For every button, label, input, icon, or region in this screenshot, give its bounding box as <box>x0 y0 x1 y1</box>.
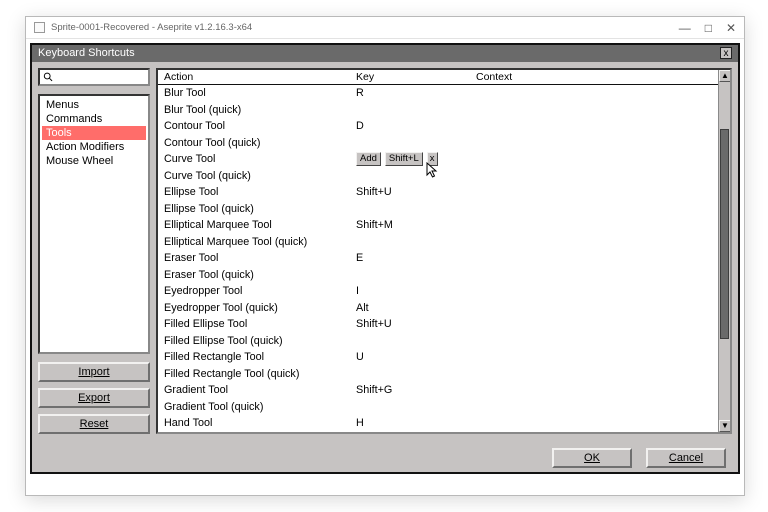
action-label: Eyedropper Tool <box>164 285 356 297</box>
key-field[interactable]: Shift+L <box>385 152 423 166</box>
action-label: Blur Tool (quick) <box>164 104 356 116</box>
scroll-track[interactable] <box>719 82 730 420</box>
key-label: Shift+G <box>356 384 476 396</box>
table-row[interactable]: Blur ToolR <box>158 85 730 102</box>
table-row[interactable]: Filled Ellipse Tool (quick) <box>158 333 730 350</box>
key-label: Alt <box>356 302 476 314</box>
action-label: Blur Tool <box>164 87 356 99</box>
col-header-context: Context <box>476 71 730 83</box>
action-label: Filled Ellipse Tool <box>164 318 356 330</box>
table-row[interactable]: Filled Rectangle Tool (quick) <box>158 366 730 383</box>
action-label: Contour Tool <box>164 120 356 132</box>
table-row[interactable]: Gradient ToolShift+G <box>158 382 730 399</box>
action-label: Gradient Tool (quick) <box>164 401 356 413</box>
key-label: Shift+U <box>356 186 476 198</box>
key-label: Shift+U <box>356 318 476 330</box>
category-item[interactable]: Tools <box>42 126 146 140</box>
col-header-action: Action <box>158 71 356 83</box>
table-row[interactable]: Eyedropper Tool (quick)Alt <box>158 300 730 317</box>
table-row[interactable]: Eraser Tool (quick) <box>158 267 730 284</box>
table-row[interactable]: Eraser ToolE <box>158 250 730 267</box>
table-row[interactable]: Elliptical Marquee Tool (quick) <box>158 234 730 251</box>
table-row[interactable]: Curve Tool (quick) <box>158 168 730 185</box>
reset-button[interactable]: Reset <box>38 414 150 434</box>
scroll-thumb[interactable] <box>720 129 729 339</box>
category-item[interactable]: Menus <box>42 98 146 112</box>
table-row[interactable]: Contour Tool (quick) <box>158 135 730 152</box>
action-label: Gradient Tool <box>164 384 356 396</box>
export-button[interactable]: Export <box>38 388 150 408</box>
search-input-wrapper[interactable] <box>38 68 150 86</box>
action-label: Contour Tool (quick) <box>164 137 356 149</box>
action-label: Filled Rectangle Tool <box>164 351 356 363</box>
window-title: Sprite-0001-Recovered - Aseprite v1.2.16… <box>51 22 252 33</box>
table-row[interactable]: Eyedropper ToolI <box>158 283 730 300</box>
table-row[interactable]: Curve ToolAdd Shift+L x <box>158 151 730 168</box>
action-label: Ellipse Tool (quick) <box>164 203 356 215</box>
table-row[interactable]: Gradient Tool (quick) <box>158 399 730 416</box>
action-label: Curve Tool <box>164 153 356 165</box>
category-item[interactable]: Commands <box>42 112 146 126</box>
table-row[interactable]: Filled Ellipse ToolShift+U <box>158 316 730 333</box>
action-label: Eraser Tool (quick) <box>164 269 356 281</box>
action-label: Curve Tool (quick) <box>164 170 356 182</box>
scroll-up-button[interactable]: ▲ <box>719 70 731 82</box>
action-label: Eyedropper Tool (quick) <box>164 302 356 314</box>
category-list: MenusCommandsToolsAction ModifiersMouse … <box>38 94 150 354</box>
clear-key-button[interactable]: x <box>427 152 438 166</box>
key-label: Shift+M <box>356 219 476 231</box>
shortcut-table: Action Key Context Blur ToolRBlur Tool (… <box>156 68 732 434</box>
import-button[interactable]: Import <box>38 362 150 382</box>
table-row[interactable]: Hand ToolH <box>158 415 730 432</box>
table-header: Action Key Context <box>158 70 730 85</box>
category-item[interactable]: Mouse Wheel <box>42 154 146 168</box>
app-window: Sprite-0001-Recovered - Aseprite v1.2.16… <box>25 16 745 496</box>
table-row[interactable]: Filled Rectangle ToolU <box>158 349 730 366</box>
key-label: I <box>356 285 476 297</box>
table-row[interactable]: Blur Tool (quick) <box>158 102 730 119</box>
add-key-button[interactable]: Add <box>356 152 381 166</box>
action-label: Hand Tool <box>164 417 356 429</box>
dialog-close-button[interactable]: x <box>720 47 732 59</box>
key-label: U <box>356 351 476 363</box>
table-row[interactable]: Ellipse Tool (quick) <box>158 201 730 218</box>
action-label: Filled Rectangle Tool (quick) <box>164 368 356 380</box>
key-label: E <box>356 252 476 264</box>
dialog-title: Keyboard Shortcuts <box>38 47 135 59</box>
category-item[interactable]: Action Modifiers <box>42 140 146 154</box>
action-label: Eraser Tool <box>164 252 356 264</box>
search-input[interactable] <box>56 70 145 84</box>
table-row[interactable]: Hand Tool (quick)Space <box>158 432 730 433</box>
titlebar: Sprite-0001-Recovered - Aseprite v1.2.16… <box>26 17 744 39</box>
ok-button[interactable]: OK <box>552 448 632 468</box>
cancel-button[interactable]: Cancel <box>646 448 726 468</box>
key-label: D <box>356 120 476 132</box>
table-row[interactable]: Elliptical Marquee ToolShift+M <box>158 217 730 234</box>
action-label: Elliptical Marquee Tool <box>164 219 356 231</box>
table-row[interactable]: Ellipse ToolShift+U <box>158 184 730 201</box>
scroll-down-button[interactable]: ▼ <box>719 420 731 432</box>
dialog-titlebar: Keyboard Shortcuts x <box>32 45 738 62</box>
action-label: Elliptical Marquee Tool (quick) <box>164 236 356 248</box>
minimize-button[interactable]: — <box>679 21 691 35</box>
search-icon <box>43 71 53 83</box>
col-header-key: Key <box>356 71 476 83</box>
key-label: R <box>356 87 476 99</box>
close-window-button[interactable]: ✕ <box>726 21 736 35</box>
table-row[interactable]: Contour ToolD <box>158 118 730 135</box>
maximize-button[interactable]: □ <box>705 21 712 35</box>
app-icon <box>34 22 45 33</box>
key-label: H <box>356 417 476 429</box>
action-label: Filled Ellipse Tool (quick) <box>164 335 356 347</box>
vertical-scrollbar[interactable]: ▲ ▼ <box>718 70 730 432</box>
keyboard-shortcuts-dialog: Keyboard Shortcuts x MenusCommandsToolsA… <box>30 43 740 474</box>
action-label: Ellipse Tool <box>164 186 356 198</box>
